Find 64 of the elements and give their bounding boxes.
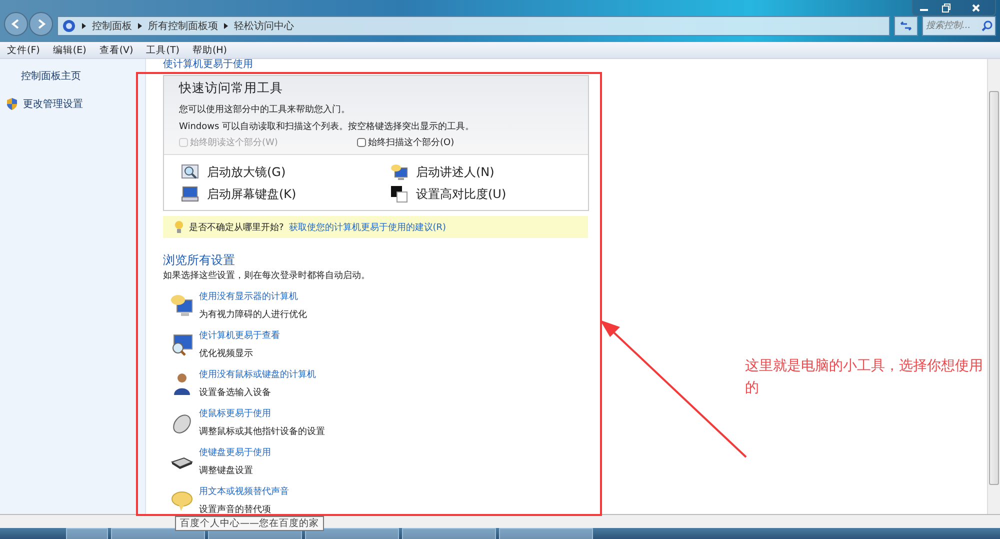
- forward-button[interactable]: [29, 12, 53, 36]
- setting-link[interactable]: 使用没有鼠标或键盘的计算机: [199, 368, 316, 381]
- search-icon: [981, 20, 993, 32]
- chevron-icon: [224, 23, 228, 29]
- setting-description: 为有视力障碍的人进行优化: [199, 308, 307, 321]
- section-title: 浏览所有设置: [163, 252, 236, 269]
- lightbulb-icon: [174, 220, 184, 234]
- menu-item[interactable]: 查看(V): [99, 44, 134, 56]
- setting-description: 设置声音的替代项: [199, 504, 272, 514]
- breadcrumb[interactable]: 所有控制面板项: [148, 19, 218, 33]
- setting-link[interactable]: 用文本或视频替代声音: [199, 485, 289, 498]
- checkbox[interactable]: [357, 138, 366, 147]
- menu-item[interactable]: 编辑(E): [52, 44, 86, 56]
- back-button[interactable]: [4, 12, 28, 36]
- intro-text: 您可以使用这部分中的工具来帮助您入门。: [179, 104, 351, 117]
- breadcrumb[interactable]: 轻松访问中心: [234, 19, 294, 33]
- setting-link[interactable]: 使鼠标更易于使用: [199, 407, 325, 420]
- menu-item[interactable]: 帮助(H): [192, 44, 228, 56]
- tool-link[interactable]: 启动屏幕键盘(K): [207, 186, 296, 202]
- search-field[interactable]: 搜索控制...: [922, 16, 996, 36]
- tool-link[interactable]: 启动放大镜(G): [207, 164, 286, 180]
- keyboard-icon: [181, 185, 199, 203]
- checkbox-label: 始终扫描这个部分(O): [368, 136, 454, 149]
- minimize-button[interactable]: [913, 0, 935, 15]
- tooltip: 百度个人中心——您在百度的家: [175, 516, 324, 531]
- close-icon: [971, 2, 981, 12]
- minimize-icon: [920, 9, 928, 11]
- tip-text: 是否不确定从哪里开始?: [189, 222, 284, 234]
- note-text: Windows 可以自动读取和扫描这个列表。按空格键选择突出显示的工具。: [179, 120, 476, 134]
- control-panel-icon: [62, 19, 76, 33]
- section-title: 快速访问常用工具: [179, 80, 284, 97]
- menu-item[interactable]: 工具(T): [146, 44, 180, 56]
- breadcrumb[interactable]: 控制面板: [92, 19, 132, 33]
- monitor-speech-icon: [170, 294, 194, 318]
- setting-link[interactable]: 使用没有显示器的计算机: [199, 290, 307, 303]
- restore-icon: [941, 2, 951, 12]
- close-button[interactable]: [957, 0, 995, 15]
- address-bar[interactable]: 控制面板 所有控制面板项 轻松访问中心: [57, 16, 890, 36]
- setting-description: 调整鼠标或其他指针设备的设置: [199, 426, 325, 438]
- sidebar-link[interactable]: 控制面板主页: [21, 69, 81, 83]
- refresh-icon[interactable]: [894, 16, 918, 36]
- setting-description: 调整键盘设置: [199, 464, 254, 477]
- setting-link[interactable]: 使键盘更易于使用: [199, 446, 271, 459]
- menu-item[interactable]: 文件(F): [7, 44, 40, 56]
- tool-link[interactable]: 启动讲述人(N): [416, 164, 494, 180]
- sidebar-link[interactable]: 更改管理设置: [23, 97, 83, 111]
- checkbox-label: 始终朗读这个部分(W): [190, 136, 278, 149]
- shield-icon: [6, 97, 18, 111]
- setting-description: 设置备选输入设备: [199, 386, 272, 399]
- chevron-icon: [82, 23, 86, 29]
- tip-link[interactable]: 获取使您的计算机更易于使用的建议(R): [288, 220, 446, 234]
- setting-link[interactable]: 使计算机更易于查看: [199, 329, 280, 342]
- tool-link[interactable]: 设置高对比度(U): [416, 186, 506, 202]
- section-subtitle: 如果选择这些设置，则在每次登录时都将自动启动。: [163, 270, 371, 282]
- page-heading: 使计算机更易于使用: [163, 59, 254, 71]
- annotation-text: 这里就是电脑的小工具，选择你想使用的: [745, 357, 984, 398]
- scrollbar[interactable]: [987, 59, 1000, 514]
- monitor-magnifier-icon: [170, 332, 194, 356]
- setting-description: 优化视频显示: [199, 348, 254, 360]
- chevron-icon: [138, 23, 142, 29]
- speech-bubble-icon: [170, 488, 194, 512]
- contrast-icon: [390, 185, 408, 203]
- magnifier-icon: [181, 163, 199, 181]
- narrator-icon: [390, 163, 408, 181]
